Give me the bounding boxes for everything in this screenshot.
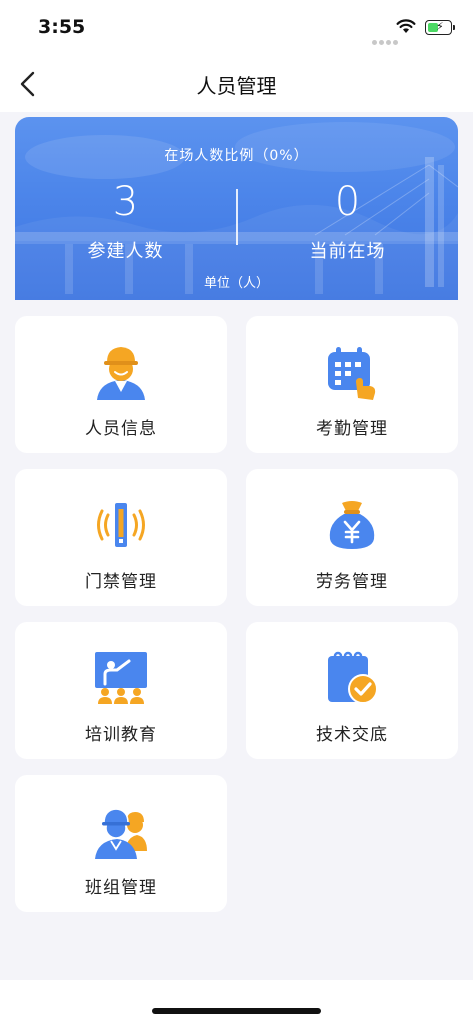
worker-helmet-icon (97, 347, 145, 400)
tile-training[interactable]: 培训教育 (15, 622, 227, 759)
team-workers-icon (95, 808, 147, 859)
current-onsite-stat: 0 当前在场 (237, 179, 458, 263)
tile-label: 劳务管理 (316, 572, 388, 592)
total-workers-label: 参建人数 (87, 241, 164, 262)
total-workers-stat: 3 参建人数 (15, 179, 236, 263)
tile-team-management[interactable]: 班组管理 (15, 775, 227, 912)
tile-label: 人员信息 (85, 419, 157, 439)
tile-label: 培训教育 (85, 725, 157, 745)
tile-label: 门禁管理 (85, 572, 157, 592)
navigation-bar: 人员管理 (0, 56, 473, 112)
tile-label: 技术交底 (316, 725, 388, 745)
access-gate-icon (97, 503, 145, 547)
training-board-icon (95, 652, 147, 704)
battery-icon: ⚡ (425, 20, 455, 35)
total-workers-value: 3 (112, 179, 139, 225)
notepad-check-icon (328, 651, 378, 704)
tile-attendance[interactable]: 考勤管理 (246, 316, 458, 453)
current-onsite-label: 当前在场 (309, 241, 386, 262)
status-time: 3:55 (38, 16, 86, 38)
status-bar: 3:55 ⚡ (0, 0, 473, 56)
unit-label: 单位（人） (203, 276, 269, 291)
tile-label: 班组管理 (85, 878, 157, 898)
attendance-ratio-label: 在场人数比例（0%） (164, 148, 309, 164)
tile-labor-management[interactable]: 劳务管理 (246, 469, 458, 606)
tile-technical-briefing[interactable]: 技术交底 (246, 622, 458, 759)
wifi-icon (396, 19, 416, 33)
page-title: 人员管理 (196, 74, 277, 98)
money-bag-icon (329, 501, 375, 549)
attendance-summary-card: 在场人数比例（0%） 3 参建人数 0 当前在场 单位（人） (15, 117, 458, 300)
tile-label: 考勤管理 (316, 419, 388, 439)
tile-personnel-info[interactable]: 人员信息 (15, 316, 227, 453)
tile-access-control[interactable]: 门禁管理 (15, 469, 227, 606)
bottom-bar (0, 980, 473, 1024)
home-indicator[interactable] (152, 1008, 321, 1014)
calendar-tap-icon (328, 347, 376, 400)
function-grid: 人员信息 考勤管理 门禁管理 劳务管理 培训教育 技术交底 班组管理 (0, 300, 473, 980)
current-onsite-value: 0 (334, 179, 361, 225)
